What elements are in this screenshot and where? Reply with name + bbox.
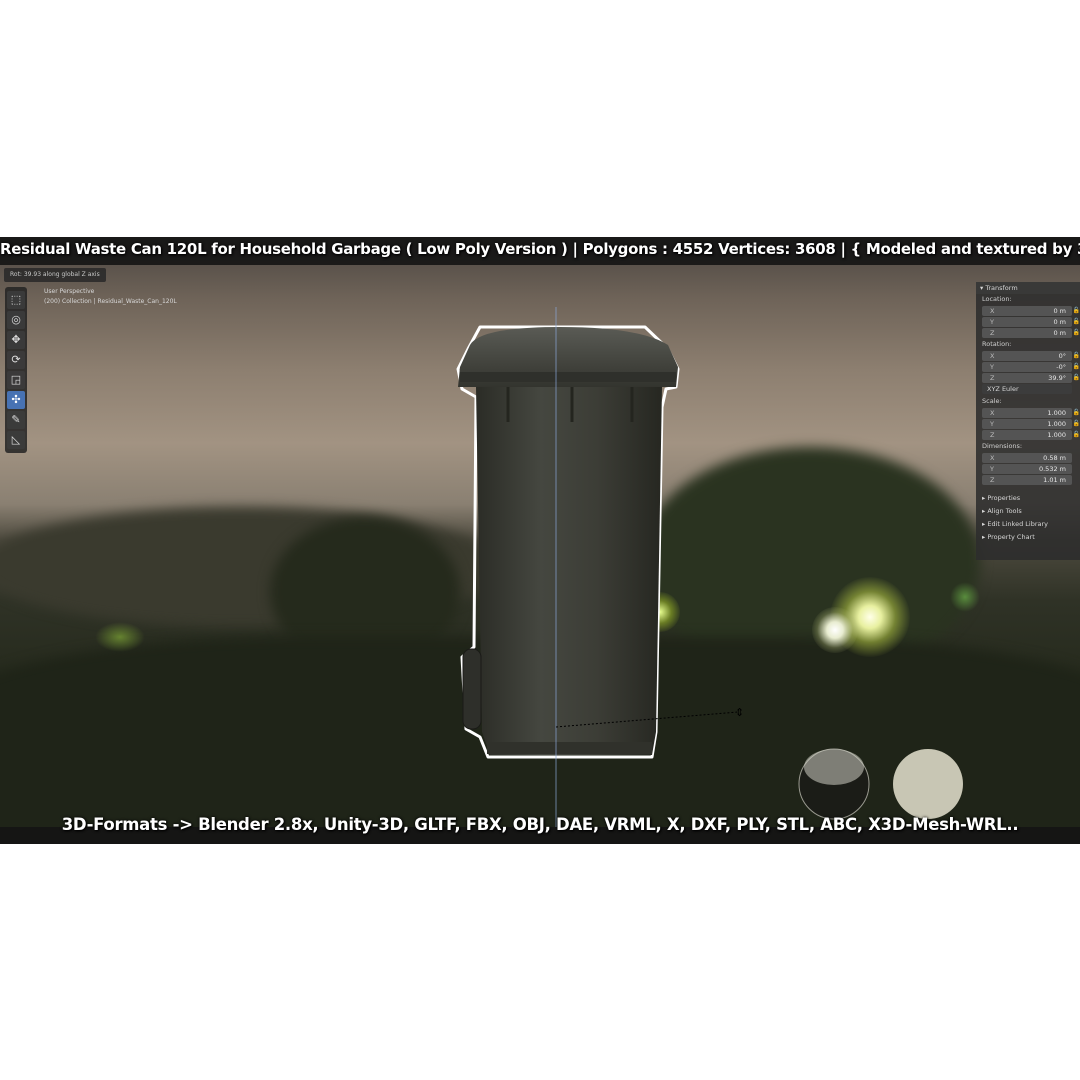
axis-x-label: X [990,307,995,315]
viewport-info: User Perspective (200) Collection | Resi… [44,287,177,307]
select-box-tool[interactable]: ⬚ [7,291,25,309]
chrome-sphere-highlight [804,749,864,785]
lid-rim [460,372,676,382]
lock-icon[interactable]: 🔓 [1073,306,1080,316]
move-icon: ✥ [11,333,21,346]
transform-tool[interactable]: ✣ [7,391,25,409]
scale-x-field[interactable]: X 1.000 🔓 [982,408,1080,418]
annotate-tool[interactable]: ✎ [7,411,25,429]
location-y-field[interactable]: Y 0 m 🔓 [982,317,1080,327]
annotate-icon: ✎ [11,413,21,426]
3d-viewport[interactable]: ⇕ Residual Waste Can 120L for Household … [0,237,1080,844]
axis-z-label: Z [990,431,995,439]
cursor-icon: ◎ [11,313,21,326]
scale-z-value: 1.000 [1047,431,1066,439]
location-y-value: 0 m [1053,318,1066,326]
location-x-field[interactable]: X 0 m 🔓 [982,306,1080,316]
subpanel-property-chart[interactable]: ▸ Property Chart [976,531,1080,544]
axis-y-label: Y [990,465,994,473]
scale-label: Scale: [982,397,1002,405]
can-wheel [462,648,482,730]
location-z-field[interactable]: Z 0 m 🔓 [982,328,1080,338]
waste-can-model[interactable]: ⇕ [0,237,1080,844]
measure-icon: ◺ [11,433,21,446]
rotate-tool[interactable]: ⟳ [7,351,25,369]
formats-overlay: 3D-Formats -> Blender 2.8x, Unity-3D, GL… [61,815,1019,834]
can-base [487,742,652,754]
transform-panel-header[interactable]: ▾ Transform [976,282,1080,294]
scale-tool[interactable]: ◲ [7,371,25,389]
axis-z-label: Z [990,329,995,337]
axis-y-label: Y [990,420,994,428]
axis-x-label: X [990,352,995,360]
scale-icon: ◲ [10,373,22,386]
hdri-diffuse-sphere [893,749,963,819]
dimensions-x-value: 0.58 m [1043,454,1066,462]
scale-x-value: 1.000 [1047,409,1066,417]
operator-status: Rot: 39.93 along global Z axis [4,268,106,282]
dimensions-z-field[interactable]: Z 1.01 m [982,475,1072,485]
transform-header-label: Transform [985,284,1018,292]
subpanel-align-tools[interactable]: ▸ Align Tools [976,505,1080,518]
measure-tool[interactable]: ◺ [7,431,25,449]
lock-icon[interactable]: 🔓 [1073,351,1080,361]
dimensions-y-value: 0.532 m [1038,465,1066,473]
lock-icon[interactable]: 🔓 [1073,328,1080,338]
collection-label: (200) Collection | Residual_Waste_Can_12… [44,298,177,305]
subpanel-properties[interactable]: ▸ Properties [976,492,1080,505]
title-overlay: Residual Waste Can 120L for Household Ga… [0,240,1080,258]
lock-icon[interactable]: 🔓 [1073,362,1080,372]
lock-icon[interactable]: 🔓 [1073,317,1080,327]
select-box-icon: ⬚ [10,293,22,306]
axis-y-label: Y [990,318,994,326]
scale-y-field[interactable]: Y 1.000 🔓 [982,419,1080,429]
subpanel-label: Properties [987,494,1021,502]
subpanel-label: Edit Linked Library [987,520,1048,528]
can-body [476,387,662,755]
dimensions-z-value: 1.01 m [1043,476,1066,484]
axis-z-label: Z [990,476,995,484]
location-x-value: 0 m [1053,307,1066,315]
subpanel-label: Align Tools [987,507,1022,515]
scale-z-field[interactable]: Z 1.000 🔓 [982,430,1080,440]
rotate-cursor-icon: ⇕ [735,706,744,719]
axis-z-label: Z [990,374,995,382]
view-mode-label: User Perspective [44,288,95,295]
rotation-y-field[interactable]: Y -0° 🔓 [982,362,1080,372]
lock-icon[interactable]: 🔓 [1073,373,1080,383]
rotation-z-value: 39.9° [1048,374,1066,382]
rotation-y-value: -0° [1056,363,1066,371]
sidebar-transform-panel: ▾ Transform Location: X0 m 🔓 Y0 m 🔓 Z0 m 🔓 … [976,282,1080,560]
axis-x-label: X [990,454,995,462]
rotation-mode-select[interactable]: XYZ Euler [982,384,1072,394]
dimensions-y-field[interactable]: Y 0.532 m [982,464,1072,474]
dimensions-label: Dimensions: [982,442,1023,450]
rotation-z-field[interactable]: Z 39.9° 🔓 [982,373,1080,383]
lock-icon[interactable]: 🔓 [1073,419,1080,429]
rotation-x-field[interactable]: X 0° 🔓 [982,351,1080,361]
subpanel-edit-linked-library[interactable]: ▸ Edit Linked Library [976,518,1080,531]
move-tool[interactable]: ✥ [7,331,25,349]
subpanel-label: Property Chart [987,533,1035,541]
dimensions-x-field[interactable]: X 0.58 m [982,453,1072,463]
rotation-x-value: 0° [1058,352,1066,360]
transform-icon: ✣ [11,393,21,406]
axis-x-label: X [990,409,995,417]
lock-icon[interactable]: 🔓 [1073,430,1080,440]
cursor-tool[interactable]: ◎ [7,311,25,329]
rotate-icon: ⟳ [11,353,21,366]
axis-y-label: Y [990,363,994,371]
location-label: Location: [982,295,1012,303]
location-z-value: 0 m [1053,329,1066,337]
scale-y-value: 1.000 [1047,420,1066,428]
rotation-label: Rotation: [982,340,1012,348]
tool-shelf: ⬚ ◎ ✥ ⟳ ◲ ✣ ✎ ◺ [5,287,27,453]
lock-icon[interactable]: 🔓 [1073,408,1080,418]
